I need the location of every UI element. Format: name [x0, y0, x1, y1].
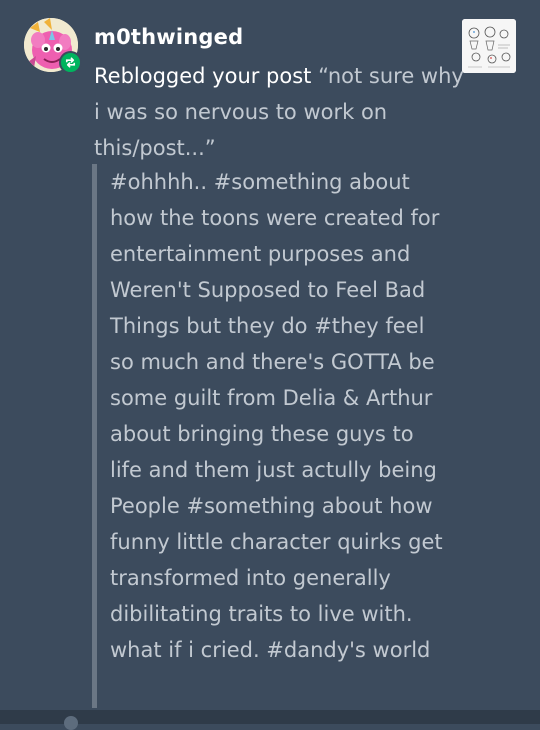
- post-thumbnail[interactable]: [462, 19, 516, 73]
- avatar-container[interactable]: [24, 18, 82, 74]
- notification-summary[interactable]: Reblogged your post “not sure why i was …: [94, 58, 464, 166]
- reblog-icon: [65, 57, 76, 68]
- post-thumbnail-image: [462, 19, 516, 73]
- username-link[interactable]: m0thwinged: [94, 25, 243, 49]
- reblog-tags-text: #ohhhh.. #something about how the toons …: [110, 170, 443, 662]
- action-text: Reblogged your post: [94, 64, 312, 88]
- reblog-notification[interactable]: m0thwinged Reblogged your post “not sure…: [0, 0, 540, 710]
- bottom-nav-bar: [0, 710, 540, 730]
- reblog-badge: [59, 51, 82, 74]
- reblog-tags-quote: #ohhhh.. #something about how the toons …: [92, 164, 477, 708]
- nav-icon[interactable]: [64, 716, 78, 730]
